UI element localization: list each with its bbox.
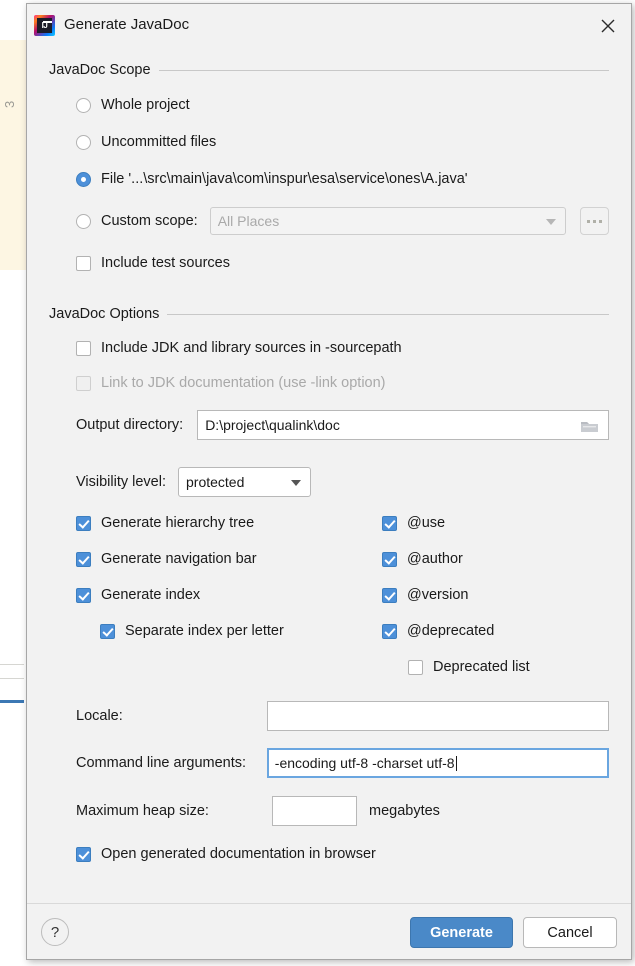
output-directory-input[interactable]: D:\project\qualink\doc <box>197 410 609 440</box>
checkbox-indicator <box>100 623 115 639</box>
checkbox-deprecated-list[interactable]: Deprecated list <box>408 659 530 675</box>
text-caret <box>455 755 457 771</box>
locale-label: Locale: <box>76 708 123 724</box>
dialog-footer: ? Generate Cancel <box>27 904 631 960</box>
command-line-arguments-input[interactable]: -encoding utf-8 -charset utf-8 <box>266 748 609 778</box>
checkbox-label: Generate hierarchy tree <box>101 515 255 531</box>
checkbox-include-jdk-sources[interactable]: Include JDK and library sources in -sour… <box>76 340 609 356</box>
checkbox-indicator <box>76 846 91 862</box>
locale-input[interactable] <box>266 701 609 731</box>
group-rule <box>167 313 609 315</box>
radio-custom-scope[interactable] <box>76 213 91 229</box>
chevron-down-icon <box>291 480 301 486</box>
custom-scope-dropdown[interactable]: All Places <box>209 207 567 235</box>
checkbox-label: Include test sources <box>101 255 230 271</box>
close-icon[interactable] <box>585 4 631 48</box>
checkbox-generate-hierarchy-tree[interactable]: Generate hierarchy tree <box>76 515 254 531</box>
radio-uncommitted-files[interactable]: Uncommitted files <box>76 134 609 150</box>
background-divider-2 <box>0 678 24 679</box>
javadoc-scope-group-header: JavaDoc Scope <box>49 62 609 78</box>
checkbox-indicator <box>76 255 91 271</box>
visibility-level-value: protected <box>186 474 245 490</box>
command-line-arguments-row: Command line arguments: -encoding utf-8 … <box>76 748 609 778</box>
custom-scope-value: All Places <box>217 213 280 229</box>
radio-file-scope[interactable]: File '...\src\main\java\com\inspur\esa\s… <box>76 171 609 187</box>
checkbox-label: Deprecated list <box>433 659 530 675</box>
checkbox-version-tag[interactable]: @version <box>382 587 468 603</box>
background-divider-1 <box>0 664 24 665</box>
group-rule <box>158 69 609 71</box>
editor-gutter-line-number: 3 <box>2 100 17 108</box>
folder-icon[interactable] <box>580 419 599 437</box>
radio-whole-project[interactable]: Whole project <box>76 97 609 113</box>
help-label: ? <box>50 923 60 941</box>
checkbox-author-tag[interactable]: @author <box>382 551 463 567</box>
maximum-heap-size-label: Maximum heap size: <box>76 803 209 819</box>
checkbox-label: Separate index per letter <box>125 623 284 639</box>
dialog-title: Generate JavaDoc <box>64 16 190 33</box>
checkbox-label: Open generated documentation in browser <box>101 846 376 862</box>
checkbox-label: Generate navigation bar <box>101 551 257 567</box>
visibility-level-label: Visibility level: <box>76 474 166 490</box>
intellij-idea-icon: IJ <box>34 15 55 36</box>
checkbox-include-test-sources[interactable]: Include test sources <box>76 255 609 271</box>
checkbox-separate-index-per-letter[interactable]: Separate index per letter <box>100 623 284 639</box>
custom-scope-browse-button[interactable] <box>580 207 609 235</box>
checkbox-indicator <box>382 515 397 531</box>
output-directory-row: Output directory: D:\project\qualink\doc <box>76 410 609 440</box>
visibility-level-row: Visibility level: protected <box>76 467 609 497</box>
output-directory-value: D:\project\qualink\doc <box>205 417 340 433</box>
generate-javadoc-dialog: IJ Generate JavaDoc JavaDoc Scope Whole … <box>26 3 632 960</box>
checkbox-label: @version <box>407 587 469 603</box>
checkbox-indicator <box>76 551 91 567</box>
visibility-level-dropdown[interactable]: protected <box>178 467 311 497</box>
custom-scope-row: Custom scope: All Places <box>76 207 609 235</box>
command-line-arguments-label: Command line arguments: <box>76 755 247 771</box>
checkbox-indicator <box>382 587 397 603</box>
dialog-titlebar: IJ Generate JavaDoc <box>27 4 631 48</box>
checkbox-label: @author <box>407 551 463 567</box>
radio-label: Whole project <box>101 97 190 113</box>
checkbox-open-in-browser[interactable]: Open generated documentation in browser <box>76 846 609 862</box>
custom-scope-label: Custom scope: <box>101 213 198 229</box>
background-tool-window-accent <box>0 700 24 703</box>
checkbox-indicator <box>76 375 91 391</box>
checkbox-link-jdk-documentation: Link to JDK documentation (use -link opt… <box>76 375 609 391</box>
ellipsis-icon <box>587 219 591 223</box>
javadoc-options-group-header: JavaDoc Options <box>49 306 609 322</box>
radio-indicator <box>76 97 91 113</box>
maximum-heap-size-units: megabytes <box>369 803 440 819</box>
generate-button[interactable]: Generate <box>410 917 513 948</box>
radio-label: Uncommitted files <box>101 134 217 150</box>
maximum-heap-size-row: Maximum heap size: megabytes <box>76 796 609 826</box>
chevron-down-icon <box>546 219 557 225</box>
checkbox-indicator <box>408 659 423 675</box>
checkbox-label: Include JDK and library sources in -sour… <box>101 340 402 356</box>
checkbox-label: Link to JDK documentation (use -link opt… <box>101 375 386 391</box>
command-line-arguments-value: -encoding utf-8 -charset utf-8 <box>274 755 455 771</box>
checkbox-use-tag[interactable]: @use <box>382 515 445 531</box>
checkbox-indicator <box>382 551 397 567</box>
javadoc-flags-grid: Generate hierarchy tree Generate navigat… <box>49 515 609 675</box>
radio-indicator <box>76 134 91 150</box>
checkbox-indicator <box>76 587 91 603</box>
output-directory-label: Output directory: <box>76 417 184 433</box>
radio-label: File '...\src\main\java\com\inspur\esa\s… <box>101 171 468 187</box>
maximum-heap-size-input[interactable] <box>272 796 357 826</box>
checkbox-indicator <box>76 515 91 531</box>
locale-row: Locale: <box>76 701 609 731</box>
checkbox-generate-navigation-bar[interactable]: Generate navigation bar <box>76 551 257 567</box>
radio-indicator <box>76 171 91 187</box>
help-icon[interactable]: ? <box>41 918 69 946</box>
checkbox-indicator <box>76 340 91 356</box>
javadoc-scope-label: JavaDoc Scope <box>49 62 151 78</box>
checkbox-generate-index[interactable]: Generate index <box>76 587 200 603</box>
checkbox-label: @use <box>407 515 446 531</box>
checkbox-indicator <box>382 623 397 639</box>
checkbox-label: @deprecated <box>407 623 495 639</box>
checkbox-deprecated-tag[interactable]: @deprecated <box>382 623 494 639</box>
checkbox-label: Generate index <box>101 587 201 603</box>
cancel-button[interactable]: Cancel <box>523 917 617 948</box>
javadoc-options-label: JavaDoc Options <box>49 306 160 322</box>
